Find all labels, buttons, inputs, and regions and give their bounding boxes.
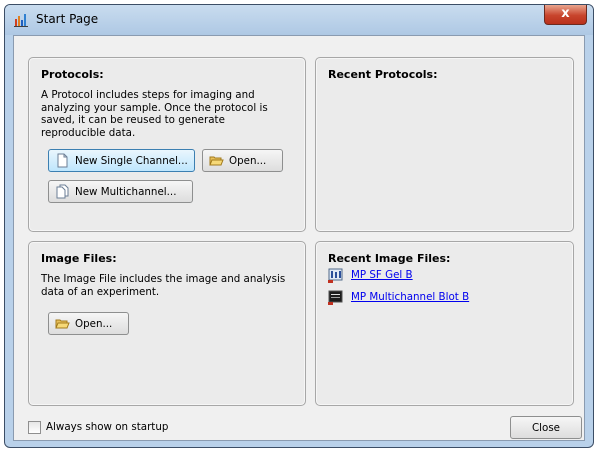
protocols-description: A Protocol includes steps for imaging an… <box>41 89 268 139</box>
recent-protocols-title: Recent Protocols: <box>328 68 438 81</box>
recent-image-files-panel: Recent Image Files: MP SF Gel B MP Multi… <box>315 241 574 406</box>
window-close-button[interactable]: x <box>544 5 587 25</box>
new-single-channel-button[interactable]: New Single Channel... <box>48 149 195 172</box>
recent-protocols-panel: Recent Protocols: <box>315 57 574 232</box>
new-multichannel-label: New Multichannel... <box>75 185 177 198</box>
protocols-panel: Protocols: A Protocol includes steps for… <box>28 57 306 232</box>
open-protocol-label: Open... <box>229 154 267 167</box>
recent-file-item[interactable]: MP SF Gel B <box>328 266 413 283</box>
open-folder-icon <box>209 156 224 166</box>
start-page-window: Start Page x Protocols: A Protocol inclu… <box>4 4 594 448</box>
open-folder-icon <box>55 319 70 329</box>
image-files-description: The Image File includes the image and an… <box>41 273 286 298</box>
image-files-title: Image Files: <box>41 252 117 265</box>
client-area: Protocols: A Protocol includes steps for… <box>13 35 585 441</box>
recent-file-link[interactable]: MP SF Gel B <box>351 269 413 281</box>
close-button[interactable]: Close <box>510 416 582 439</box>
new-single-channel-label: New Single Channel... <box>75 154 188 167</box>
protocols-title: Protocols: <box>41 68 104 81</box>
blot-image-icon <box>328 290 343 305</box>
new-document-icon <box>57 153 68 168</box>
new-multichannel-button[interactable]: New Multichannel... <box>48 180 193 203</box>
open-protocol-button[interactable]: Open... <box>202 149 283 172</box>
close-button-label: Close <box>531 421 561 434</box>
image-files-panel: Image Files: The Image File includes the… <box>28 241 306 406</box>
open-image-file-label: Open... <box>75 317 113 330</box>
close-icon: x <box>561 6 570 21</box>
app-chart-icon <box>14 14 28 27</box>
always-show-label: Always show on startup <box>46 421 169 433</box>
always-show-checkbox[interactable] <box>28 421 41 434</box>
open-image-file-button[interactable]: Open... <box>48 312 129 335</box>
gel-image-icon <box>328 268 343 283</box>
recent-image-files-title: Recent Image Files: <box>328 252 451 265</box>
window-title: Start Page <box>36 12 99 26</box>
recent-file-item[interactable]: MP Multichannel Blot B <box>328 288 469 305</box>
recent-file-link[interactable]: MP Multichannel Blot B <box>351 291 469 303</box>
title-bar[interactable]: Start Page x <box>5 5 593 35</box>
new-multi-document-icon <box>56 184 69 199</box>
